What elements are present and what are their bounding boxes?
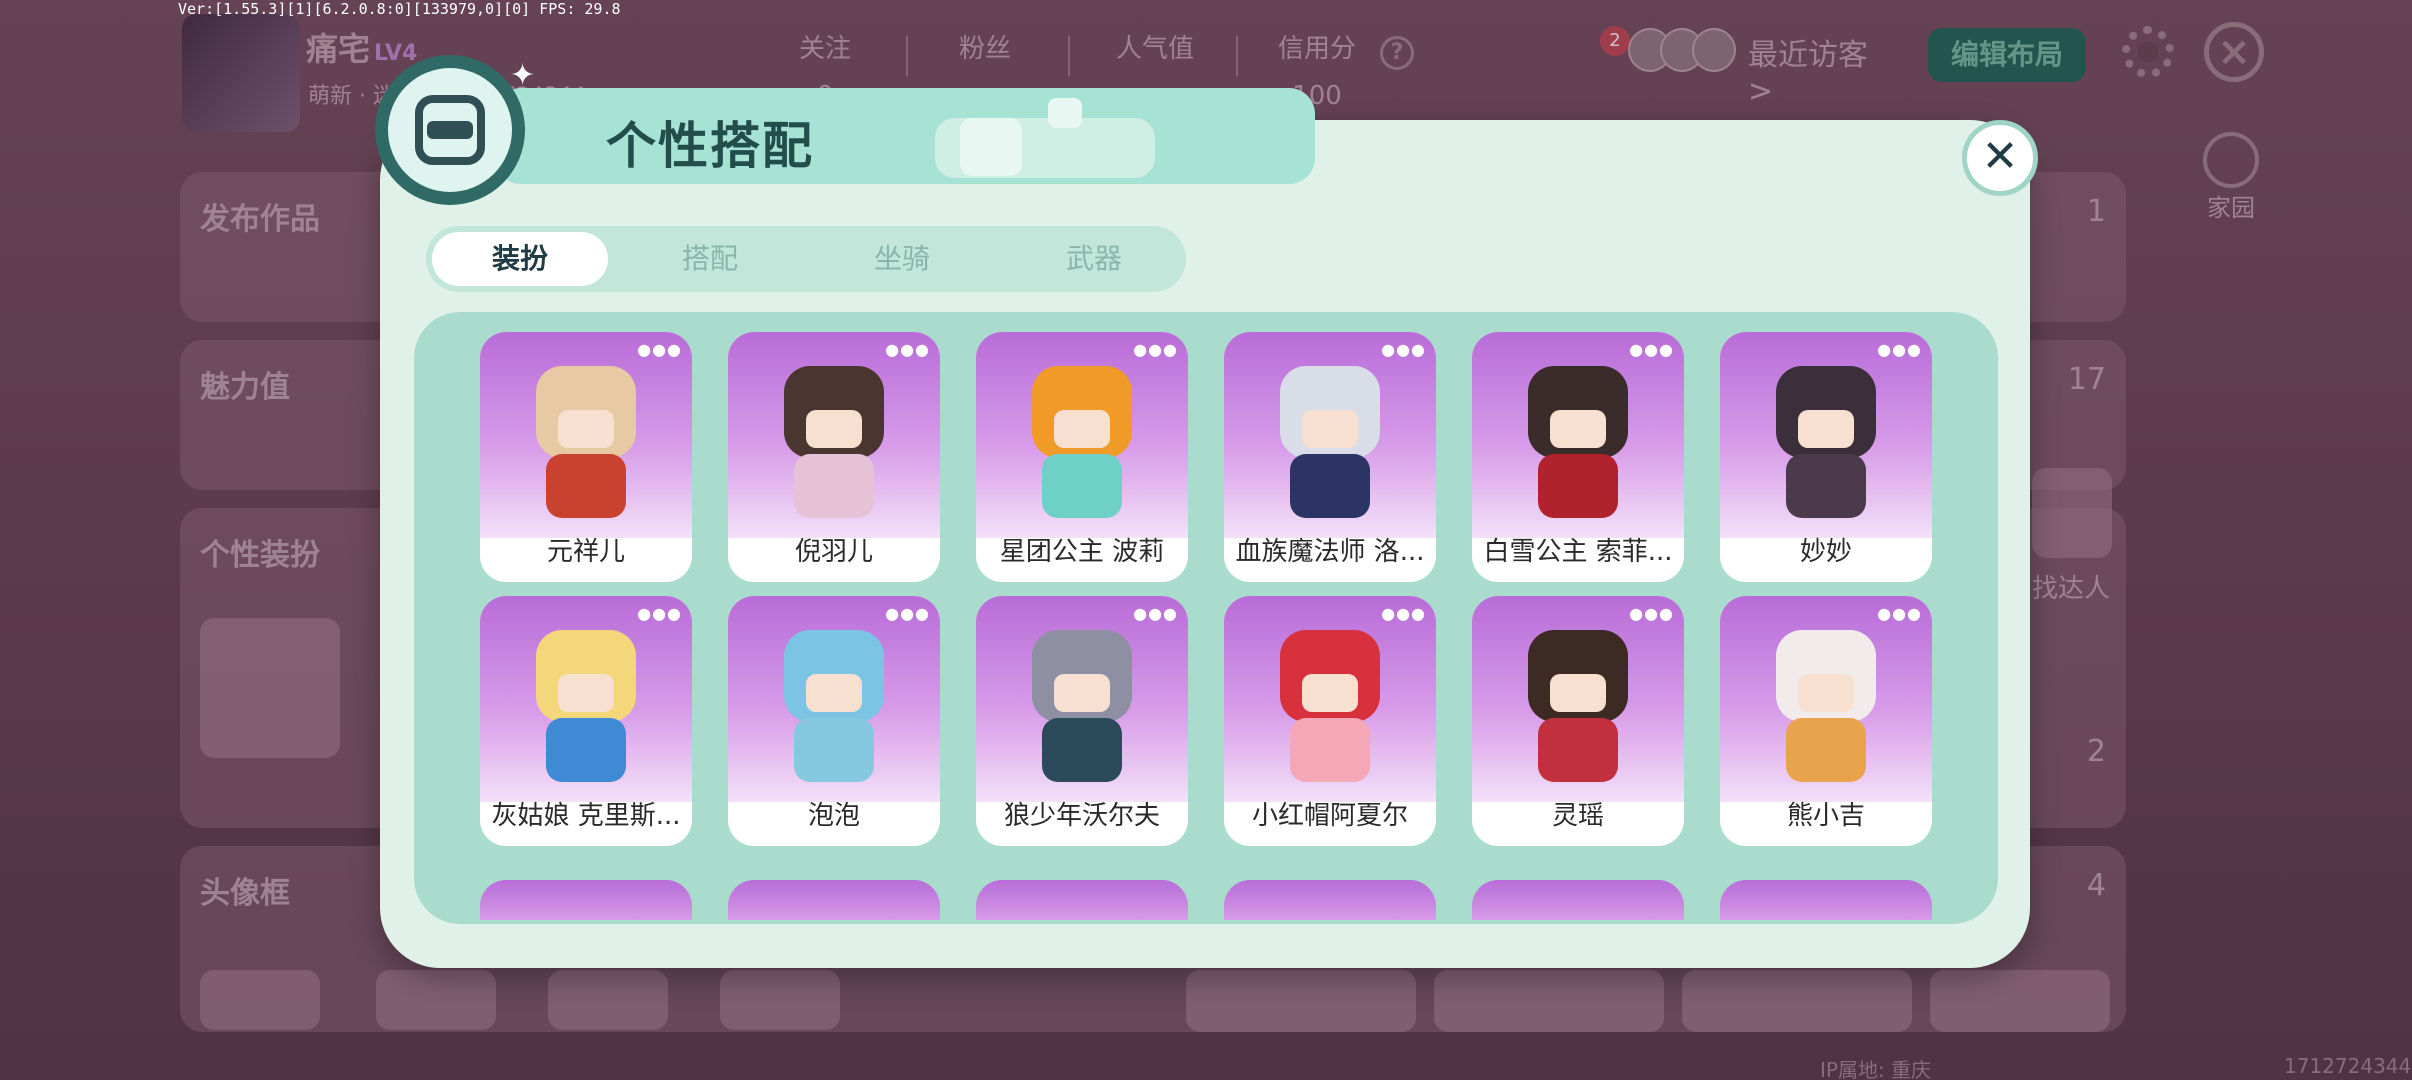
outfit-card[interactable]: ●●● 泡泡 (728, 596, 940, 846)
debug-overlay: Ver:[1.55.3][1][6.2.0.8:0][133979,0][0] … (178, 0, 621, 18)
outfit-preview (1224, 596, 1436, 802)
outfit-card[interactable]: ●●● 妙妙 (1720, 332, 1932, 582)
outfit-card[interactable]: ●●● 元祥儿 (480, 332, 692, 582)
outfit-card-peek[interactable] (480, 880, 692, 920)
outfit-card-peek[interactable] (1720, 880, 1932, 920)
character-body (1290, 454, 1370, 518)
more-options-icon[interactable]: ●●● (1381, 340, 1426, 359)
character-head (784, 366, 884, 458)
outfit-name: 泡泡 (807, 801, 860, 831)
outfit-card[interactable]: ●●● 灰姑娘 克里斯... (480, 596, 692, 846)
modal-title: 个性搭配 (606, 117, 814, 175)
outfit-name: 狼少年沃尔夫 (1003, 801, 1160, 831)
tab-mount[interactable]: 坐骑 (814, 232, 990, 286)
modal-close-icon[interactable]: ✕ (1962, 120, 2038, 196)
outfit-card[interactable]: ●●● 小红帽阿夏尔 (1224, 596, 1436, 846)
outfit-preview (480, 596, 692, 802)
more-options-icon[interactable]: ●●● (1133, 340, 1178, 359)
more-options-icon[interactable]: ●●● (885, 340, 930, 359)
character-body (1786, 454, 1866, 518)
outfit-name: 星团公主 波莉 (999, 537, 1165, 567)
outfit-preview (1720, 332, 1932, 538)
character-head (536, 630, 636, 722)
outfit-name: 白雪公主 索菲... (1483, 537, 1673, 567)
tab-weapon[interactable]: 武器 (1006, 232, 1182, 286)
outfit-card-peek[interactable] (976, 880, 1188, 920)
tab-bar: 装扮 搭配 坐骑 武器 (426, 226, 1186, 292)
outfit-preview (1472, 332, 1684, 538)
outfit-name: 灵瑶 (1551, 801, 1604, 831)
outfit-name: 灰姑娘 克里斯... (491, 801, 681, 831)
outfit-preview (976, 332, 1188, 538)
outfit-name: 血族魔法师 洛... (1235, 537, 1425, 567)
character-body (1538, 454, 1618, 518)
more-options-icon[interactable]: ●●● (1133, 604, 1178, 623)
ninja-head-icon (415, 95, 485, 165)
more-options-icon[interactable]: ●●● (1877, 340, 1922, 359)
character-body (1538, 718, 1618, 782)
more-options-icon[interactable]: ●●● (637, 340, 682, 359)
outfit-card[interactable]: ●●● 灵瑶 (1472, 596, 1684, 846)
outfit-name: 熊小吉 (1786, 801, 1865, 831)
character-head (536, 366, 636, 458)
tab-outfit[interactable]: 装扮 (432, 232, 608, 286)
character-head (1032, 366, 1132, 458)
outfit-grid: ●●● 元祥儿 ●●● 倪羽儿 ●●● 星团公主 波莉 ●●● 血族魔法师 洛... ●●● 白雪… (414, 312, 1998, 924)
decor-square (960, 118, 1022, 176)
more-options-icon[interactable]: ●●● (637, 604, 682, 623)
outfit-preview (1224, 332, 1436, 538)
outfit-card-peek[interactable] (728, 880, 940, 920)
decor-square (1048, 98, 1082, 128)
character-head (1776, 366, 1876, 458)
outfit-name: 倪羽儿 (794, 537, 873, 567)
character-head (1528, 366, 1628, 458)
character-head (1528, 630, 1628, 722)
outfit-card[interactable]: ●●● 狼少年沃尔夫 (976, 596, 1188, 846)
character-body (1786, 718, 1866, 782)
outfit-card[interactable]: ●●● 白雪公主 索菲... (1472, 332, 1684, 582)
outfit-preview (976, 596, 1188, 802)
character-head (784, 630, 884, 722)
sparkle-icon: ✦ (510, 58, 536, 93)
outfit-preview (728, 596, 940, 802)
more-options-icon[interactable]: ●●● (1629, 604, 1674, 623)
outfit-card-peek[interactable] (1224, 880, 1436, 920)
character-body (794, 718, 874, 782)
character-body (1042, 718, 1122, 782)
character-body (546, 454, 626, 518)
outfit-name: 小红帽阿夏尔 (1251, 801, 1408, 831)
character-head (1776, 630, 1876, 722)
tab-combo[interactable]: 搭配 (622, 232, 798, 286)
character-head (1032, 630, 1132, 722)
character-body (1290, 718, 1370, 782)
outfit-card[interactable]: ●●● 星团公主 波莉 (976, 332, 1188, 582)
character-body (546, 718, 626, 782)
outfit-card[interactable]: ●●● 血族魔法师 洛... (1224, 332, 1436, 582)
more-options-icon[interactable]: ●●● (885, 604, 930, 623)
character-body (794, 454, 874, 518)
outfit-name: 元祥儿 (546, 537, 625, 567)
outfit-card[interactable]: ●●● 熊小吉 (1720, 596, 1932, 846)
outfit-preview (480, 332, 692, 538)
more-options-icon[interactable]: ●●● (1629, 340, 1674, 359)
character-head (1280, 630, 1380, 722)
outfit-card-peek[interactable] (1472, 880, 1684, 920)
outfit-preview (1720, 596, 1932, 802)
more-options-icon[interactable]: ●●● (1877, 604, 1922, 623)
outfit-preview (1472, 596, 1684, 802)
character-head (1280, 366, 1380, 458)
more-options-icon[interactable]: ●●● (1381, 604, 1426, 623)
outfit-name: 妙妙 (1799, 537, 1852, 567)
outfit-preview (728, 332, 940, 538)
outfit-card[interactable]: ●●● 倪羽儿 (728, 332, 940, 582)
character-body (1042, 454, 1122, 518)
